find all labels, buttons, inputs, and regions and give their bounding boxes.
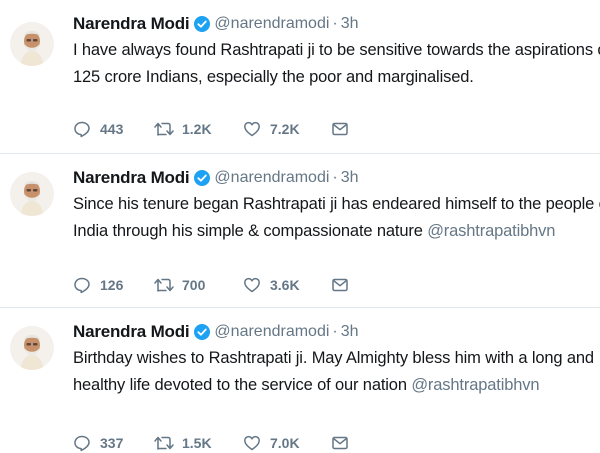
retweet-icon (154, 278, 174, 292)
author-handle[interactable]: @narendramodi (214, 15, 329, 33)
like-count: 7.2K (270, 121, 300, 137)
separator-dot: · (332, 169, 338, 186)
like-button[interactable]: 7.0K (243, 434, 331, 452)
tweet[interactable]: Narendra Modi @narendramodi · 3h Since h… (0, 154, 600, 308)
tweet[interactable]: Narendra Modi @narendramodi · 3h I have … (0, 0, 600, 154)
retweet-count: 700 (182, 277, 206, 293)
author-name[interactable]: Narendra Modi (73, 168, 190, 188)
like-button[interactable]: 7.2K (243, 120, 331, 138)
tweet-text: Birthday wishes to Rashtrapati ji. May A… (73, 345, 600, 399)
reply-icon (74, 121, 90, 138)
verified-badge-icon (194, 170, 211, 186)
tweet-text-line: Since his tenure began Rashtrapati ji ha… (73, 195, 600, 213)
retweet-icon (154, 122, 174, 136)
retweet-button[interactable]: 700 (153, 276, 243, 294)
verified-badge-icon (194, 324, 211, 340)
tweet-text: I have always found Rashtrapati ji to be… (73, 37, 600, 91)
tweet-text-line: India through his simple & compassionate… (73, 218, 600, 245)
tweet-text-line: healthy life devoted to the service of o… (73, 372, 600, 399)
direct-message-button[interactable] (331, 277, 349, 293)
author-name[interactable]: Narendra Modi (73, 14, 190, 34)
separator-dot: · (332, 323, 338, 340)
separator-dot: · (332, 15, 338, 32)
direct-message-button[interactable] (331, 435, 349, 451)
heart-icon (244, 121, 260, 137)
retweet-count: 1.2K (182, 121, 212, 137)
tweet-text-segment: India through his simple & compassionate… (73, 222, 428, 240)
tweet-actions: 337 1.5K 7.0K (73, 433, 349, 453)
reply-count: 126 (100, 277, 124, 293)
reply-button[interactable]: 337 (73, 434, 153, 452)
like-count: 7.0K (270, 435, 300, 451)
author-handle[interactable]: @narendramodi (214, 323, 329, 341)
mention-link[interactable]: @rashtrapatibhvn (411, 376, 539, 394)
avatar[interactable] (10, 326, 54, 370)
tweet-text-segment: 125 crore Indians, especially the poor a… (73, 68, 474, 86)
reply-icon (74, 277, 90, 294)
reply-button[interactable]: 126 (73, 276, 153, 294)
tweet-text: Since his tenure began Rashtrapati ji ha… (73, 191, 600, 245)
tweet-text-line: Birthday wishes to Rashtrapati ji. May A… (73, 349, 594, 367)
envelope-icon (332, 278, 348, 292)
tweet-text-line: 125 crore Indians, especially the poor a… (73, 64, 600, 91)
heart-icon (244, 435, 260, 451)
envelope-icon (332, 122, 348, 136)
retweet-count: 1.5K (182, 435, 212, 451)
reply-button[interactable]: 443 (73, 120, 153, 138)
like-count: 3.6K (270, 277, 300, 293)
tweet-text-line: I have always found Rashtrapati ji to be… (73, 41, 600, 59)
timestamp[interactable]: 3h (341, 169, 359, 187)
envelope-icon (332, 436, 348, 450)
mention-link[interactable]: @rashtrapatibhvn (427, 222, 555, 240)
reply-icon (74, 435, 90, 452)
retweet-button[interactable]: 1.2K (153, 120, 243, 138)
reply-count: 337 (100, 435, 124, 451)
author-handle[interactable]: @narendramodi (214, 169, 329, 187)
tweet[interactable]: Narendra Modi @narendramodi · 3h Birthda… (0, 308, 600, 453)
timeline: Narendra Modi @narendramodi · 3h I have … (0, 0, 600, 453)
reply-count: 443 (100, 121, 124, 137)
verified-badge-icon (194, 16, 211, 32)
timestamp[interactable]: 3h (341, 15, 359, 33)
avatar[interactable] (10, 172, 54, 216)
direct-message-button[interactable] (331, 121, 349, 137)
retweet-button[interactable]: 1.5K (153, 434, 243, 452)
heart-icon (244, 277, 260, 293)
avatar[interactable] (10, 22, 54, 66)
tweet-actions: 443 1.2K 7.2K (73, 119, 349, 139)
author-name[interactable]: Narendra Modi (73, 322, 190, 342)
like-button[interactable]: 3.6K (243, 276, 331, 294)
timestamp[interactable]: 3h (341, 323, 359, 341)
tweet-text-segment: healthy life devoted to the service of o… (73, 376, 412, 394)
retweet-icon (154, 436, 174, 450)
tweet-actions: 126 700 3.6K (73, 275, 349, 295)
